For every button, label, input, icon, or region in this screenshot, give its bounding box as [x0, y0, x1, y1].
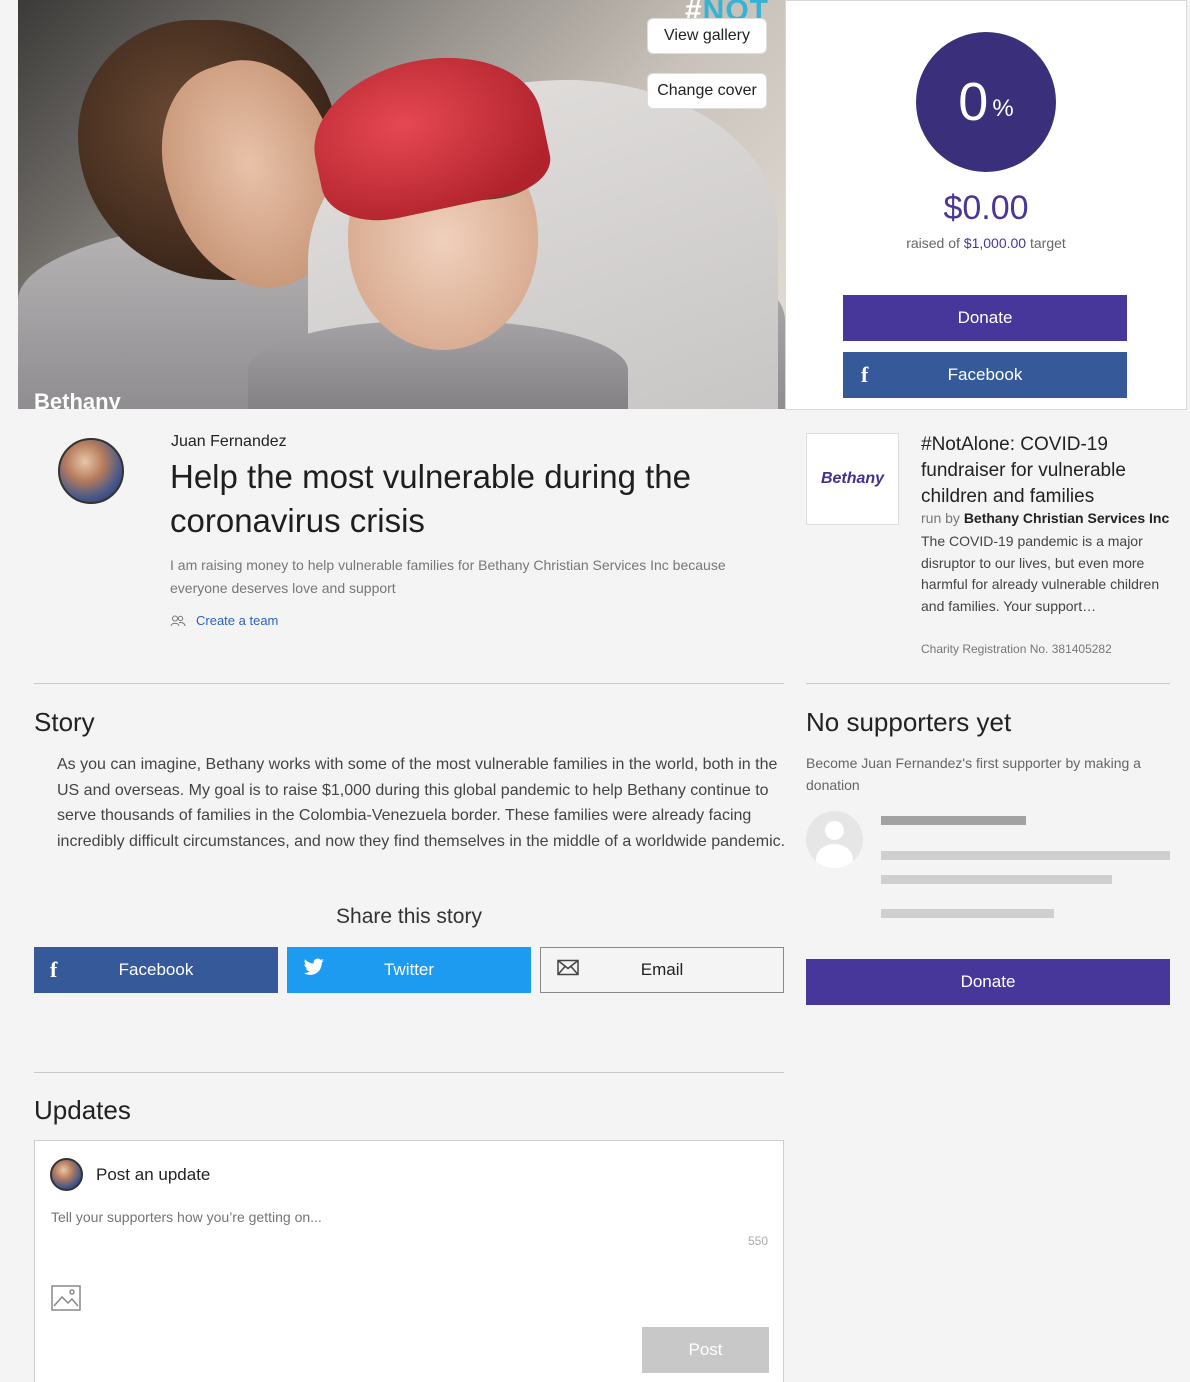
divider — [34, 683, 784, 684]
story-body: As you can imagine, Bethany works with s… — [57, 756, 786, 850]
placeholder-line — [881, 875, 1112, 884]
supporters-heading: No supporters yet — [806, 707, 1012, 737]
progress-panel: 0 % $0.00 raised of $1,000.00 target Don… — [785, 0, 1187, 410]
supporters-text: Become Juan Fernandez's first supporter … — [806, 755, 1141, 793]
cover-brand-logo: Bethany — [34, 389, 121, 409]
post-update-box: Post an update 550 Post — [34, 1140, 784, 1382]
placeholder-line — [881, 909, 1054, 918]
update-text-input[interactable] — [51, 1209, 771, 1225]
progress-ring: 0 % — [916, 32, 1056, 172]
character-count: 550 — [747, 1234, 768, 1248]
facebook-icon: f — [861, 362, 869, 387]
story-heading: Story — [34, 707, 95, 737]
share-heading: Share this story — [336, 905, 482, 928]
email-icon — [557, 959, 579, 981]
team-icon — [170, 615, 186, 626]
facebook-share-button[interactable]: f Facebook — [843, 352, 1127, 398]
charity-registration: Charity Registration No. 381405282 — [921, 642, 1112, 656]
page-title: Help the most vulnerable during the coro… — [170, 458, 691, 539]
charity-logo[interactable]: Bethany — [806, 433, 899, 525]
page-intro: I am raising money to help vulnerable fa… — [170, 557, 726, 596]
percent-sign: % — [992, 95, 1014, 122]
divider — [806, 683, 1170, 684]
post-update-label: Post an update — [96, 1165, 211, 1184]
raised-amount: $0.00 — [943, 189, 1029, 227]
share-twitter-button[interactable]: Twitter — [287, 947, 531, 993]
placeholder-avatar-icon — [806, 811, 863, 868]
user-avatar — [50, 1158, 83, 1191]
charity-campaign-title[interactable]: #NotAlone: COVID-19 fundraiser for vulne… — [921, 432, 1166, 510]
target-amount: $1,000.00 — [963, 235, 1027, 251]
divider — [34, 1072, 784, 1073]
charity-name[interactable]: Bethany Christian Services Inc — [964, 510, 1169, 526]
create-team-link[interactable]: Create a team — [170, 613, 278, 628]
donate-button[interactable]: Donate — [843, 295, 1127, 341]
view-gallery-button[interactable]: View gallery — [647, 18, 767, 54]
cover-image: #NOT Bethany — [18, 0, 785, 409]
owner-avatar — [58, 438, 124, 504]
updates-heading: Updates — [34, 1095, 131, 1125]
supporters-donate-button[interactable]: Donate — [806, 959, 1170, 1005]
charity-description: The COVID-19 pandemic is a major disrupt… — [921, 533, 1160, 614]
placeholder-line — [881, 851, 1170, 860]
share-email-button[interactable]: Email — [540, 947, 784, 993]
twitter-icon — [303, 958, 325, 982]
post-button[interactable]: Post — [642, 1327, 769, 1373]
share-facebook-button[interactable]: f Facebook — [34, 947, 278, 993]
charity-run-by: run by Bethany Christian Services Inc — [921, 510, 1170, 526]
image-upload-icon[interactable] — [51, 1285, 81, 1311]
raised-target-text: raised of $1,000.00 target — [906, 235, 1066, 251]
placeholder-line — [881, 816, 1026, 825]
progress-percent: 0 — [958, 72, 989, 132]
facebook-icon: f — [50, 957, 58, 982]
change-cover-button[interactable]: Change cover — [647, 73, 767, 109]
owner-name: Juan Fernandez — [171, 433, 287, 450]
